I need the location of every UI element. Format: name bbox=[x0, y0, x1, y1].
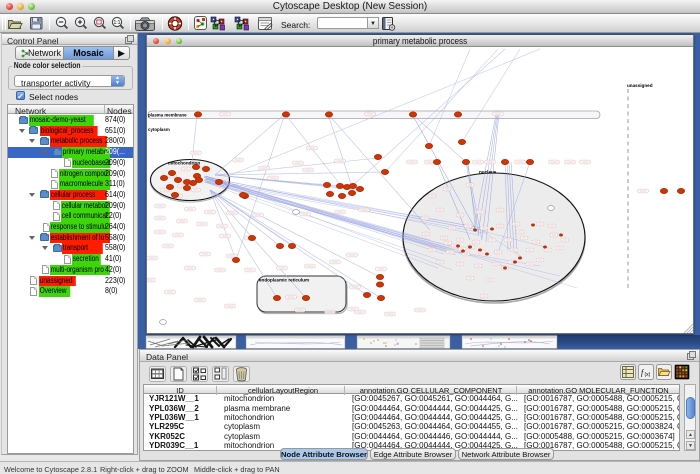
svg-text:cytoplasm: cytoplasm bbox=[148, 127, 170, 132]
svg-text:unassigned: unassigned bbox=[627, 83, 653, 88]
svg-text:plasma membrane: plasma membrane bbox=[148, 113, 187, 118]
svg-text:nucleus: nucleus bbox=[479, 170, 497, 175]
svg-text:endoplasmic reticulum: endoplasmic reticulum bbox=[259, 278, 309, 283]
svg-text:(x): (x) bbox=[645, 372, 651, 378]
svg-text:mitochondrion: mitochondrion bbox=[168, 161, 200, 166]
svg-text:1:1: 1:1 bbox=[114, 20, 121, 26]
